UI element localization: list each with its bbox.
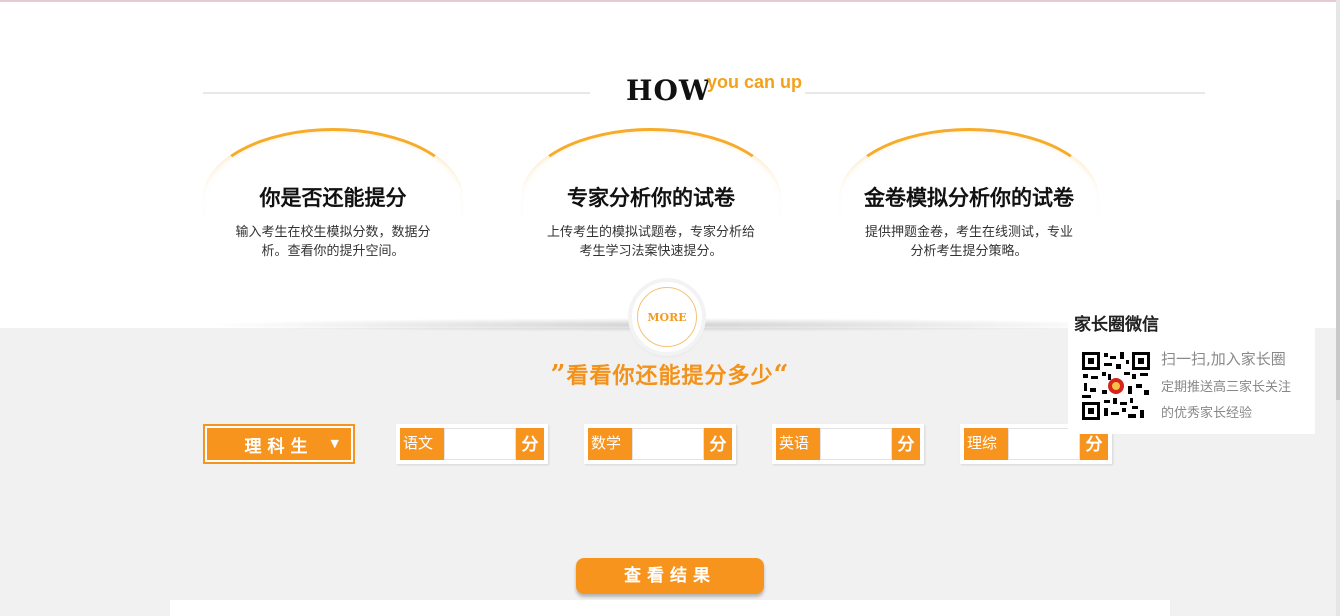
score-unit: 分 [516, 428, 544, 460]
subject-label: 语文 [400, 428, 444, 460]
qr-code-icon [1080, 350, 1152, 422]
how-subheading: you can up [707, 72, 803, 92]
score-unit: 分 [892, 428, 920, 460]
wechat-line-1: 扫一扫,加入家长圈 [1161, 350, 1286, 368]
card-title: 专家分析你的试卷 [567, 186, 735, 210]
page-scrollbar[interactable] [1336, 0, 1340, 616]
how-heading: HOW [626, 74, 712, 107]
track-select[interactable]: 理科生 ▼ [203, 424, 355, 464]
score-input-chinese[interactable] [444, 428, 516, 460]
score-headline: ”看看你还能提分多少“ [500, 358, 840, 390]
card-description: 输入考生在校生模拟分数，数据分析。查看你的提升空间。 [235, 225, 431, 259]
track-selected-value: 理科生 [244, 436, 314, 457]
subject-label: 数学 [588, 428, 632, 460]
card-title: 金卷模拟分析你的试卷 [864, 186, 1074, 210]
top-strip [0, 0, 1340, 2]
feature-card-expert[interactable]: 专家分析你的试卷 上传考生的模拟试题卷，专家分析给考生学习法案快速提分。 [521, 128, 781, 278]
headline-text: 看看你还能提分多少 [566, 364, 774, 389]
wechat-title: 家长圈微信 [1074, 315, 1159, 335]
wechat-panel: 家长圈微信 扫一扫,加入家长圈 定期推送高三家长关注 的优秀家长经验 [1068, 306, 1315, 434]
subject-label: 理综 [964, 428, 1008, 460]
card-description: 上传考生的模拟试题卷，专家分析给考生学习法案快速提分。 [546, 225, 755, 259]
card-description: 提供押题金卷，考生在线测试，专业分析考生提分策略。 [864, 225, 1073, 259]
feature-card-score[interactable]: 你是否还能提分 输入考生在校生模拟分数，数据分析。查看你的提升空间。 [203, 128, 463, 278]
open-quote: ” [550, 360, 567, 390]
wechat-line-3: 的优秀家长经验 [1161, 406, 1253, 421]
feature-card-gold-paper[interactable]: 金卷模拟分析你的试卷 提供押题金卷，考生在线测试，专业分析考生提分策略。 [839, 128, 1099, 278]
subject-math: 数学 分 [584, 424, 736, 464]
more-label: MORE [637, 287, 697, 347]
scrollbar-thumb[interactable] [1336, 200, 1340, 400]
divider-left [203, 92, 590, 94]
wechat-line-2: 定期推送高三家长关注 [1161, 380, 1292, 395]
how-header: HOW you can up [203, 70, 1205, 110]
bottom-panel-edge [170, 600, 1170, 616]
subject-label: 英语 [776, 428, 820, 460]
subject-english: 英语 分 [772, 424, 924, 464]
view-result-button[interactable]: 查看结果 [576, 558, 764, 594]
chevron-down-icon: ▼ [330, 437, 339, 450]
card-title: 你是否还能提分 [259, 186, 407, 210]
subject-chinese: 语文 分 [396, 424, 548, 464]
score-unit: 分 [704, 428, 732, 460]
score-input-math[interactable] [632, 428, 704, 460]
more-button[interactable]: MORE [632, 282, 702, 352]
divider-right [805, 92, 1205, 94]
score-input-english[interactable] [820, 428, 892, 460]
close-quote: “ [773, 360, 790, 390]
